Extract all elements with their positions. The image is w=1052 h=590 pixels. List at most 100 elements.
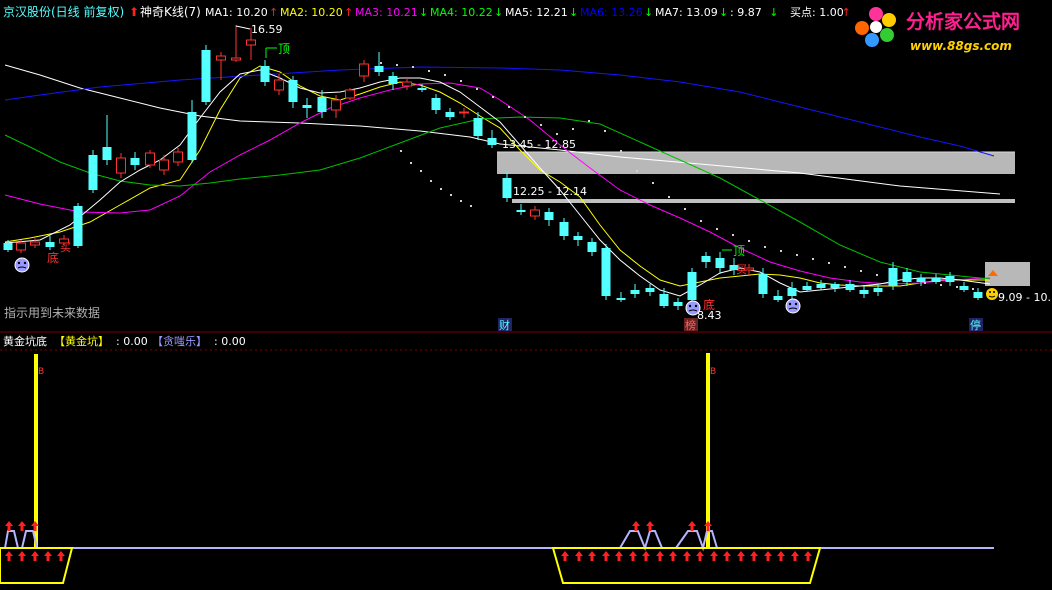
legend-item-3: MA3: 10.21: [355, 6, 418, 19]
signal-dot: [396, 64, 398, 66]
up-arrow-icon: [683, 551, 691, 561]
logo-petal-icon: [882, 13, 896, 27]
face-icon: [685, 300, 701, 316]
signal-dot: [604, 130, 606, 132]
up-arrow-icon: [575, 551, 583, 561]
signal-dot: [732, 234, 734, 236]
candle-body-down: [130, 158, 140, 165]
signal-dot: [860, 270, 862, 272]
up-arrow-icon: [18, 551, 26, 561]
candle-body-down: [88, 155, 98, 190]
indicator-name[interactable]: 神奇K线(7): [140, 5, 201, 19]
candle-body-down: [873, 288, 883, 292]
resistance-zone-1: [497, 152, 1015, 174]
logo-petal-icon: [869, 7, 883, 21]
top-label-1: 顶: [278, 42, 290, 56]
up-arrow-icon: ⬆: [129, 5, 139, 19]
candle-body-down: [473, 118, 483, 136]
signal-dot: [444, 74, 446, 76]
candle-body-up: [159, 159, 169, 171]
candle-body-down: [317, 97, 327, 112]
zone-3-label: 9.09 - 10.: [998, 291, 1051, 304]
high-pointer: [235, 25, 251, 30]
up-arrow-icon: [791, 551, 799, 561]
candle-body-down: [845, 284, 855, 290]
candle-body-up: [359, 63, 369, 77]
logo-petal-icon: [855, 21, 869, 35]
up-arrow-icon: [602, 551, 610, 561]
face-icon: [14, 257, 30, 273]
candle-body-down: [802, 286, 812, 290]
candle-body-up: [30, 241, 40, 246]
legend-items: MA1: 10.20 ↑ MA2: 10.20 ↑ MA3: 10.21 ↓ MA4: 10…: [205, 6, 851, 19]
up-arrow-icon: [588, 551, 596, 561]
candle-body-down: [73, 206, 83, 246]
candle-body-down: [45, 242, 55, 247]
signal-dot: [430, 180, 432, 182]
signal-dot: [828, 262, 830, 264]
watermark-logo: 分析家公式网 www.88gs.com: [855, 7, 1020, 53]
signal-dot: [764, 246, 766, 248]
up-arrow-icon: [57, 551, 65, 561]
up-arrow-icon: [696, 551, 704, 561]
candle-body-up: [459, 111, 469, 114]
candle-body-down: [859, 290, 869, 294]
candle-body-up: [231, 57, 241, 61]
legend-item-2: MA2: 10.20: [280, 6, 343, 19]
candle-body-up: [331, 99, 341, 111]
candle-body-up: [530, 209, 540, 217]
candle-body-up: [216, 55, 226, 61]
up-arrow-icon: ↑: [842, 6, 851, 19]
event-marker-cai-label: 财: [499, 318, 510, 332]
sub-indicator-name[interactable]: 黄金坑底: [3, 334, 47, 348]
up-arrow-icon: ↑: [269, 6, 278, 19]
up-arrow-icon: [5, 551, 13, 561]
signal-dot: [700, 220, 702, 222]
legend-item-8: : 9.87: [730, 6, 762, 19]
candle-body-down: [587, 242, 597, 252]
signal-dot: [972, 288, 974, 290]
signal-dot: [956, 286, 958, 288]
candle-body-down: [787, 288, 797, 296]
down-arrow-icon: ↓: [644, 6, 653, 19]
legend-item-1: MA1: 10.20: [205, 6, 268, 19]
candle-body-up: [173, 151, 183, 163]
ma-white-short: [4, 69, 991, 297]
candle-body-down: [888, 268, 898, 286]
ma-magenta: [4, 82, 991, 285]
signal-dot: [844, 266, 846, 268]
candle-body-down: [945, 276, 955, 282]
watermark-title: 分析家公式网: [906, 10, 1020, 33]
candle-body-up: [274, 79, 284, 91]
sub-pane[interactable]: 黄金坑底 【黄金坑】 : 0.00 【贪嗤乐】 : 0.00 B B: [0, 334, 994, 584]
down-arrow-icon: ↓: [569, 6, 578, 19]
signal-dot: [876, 274, 878, 276]
signal-dot: [412, 66, 414, 68]
chart-window[interactable]: 京汉股份 (日线 前复权) ⬆ 神奇K线(7) MA1: 10.20 ↑ MA2: …: [0, 0, 1052, 587]
bottom-label-1: 底: [47, 250, 59, 265]
up-arrow-icon: [5, 521, 13, 531]
buy-label-2: 买: [736, 263, 747, 276]
event-marker-ting-label: 停: [970, 318, 981, 332]
signal-dot: [940, 284, 942, 286]
signal-dot: [556, 133, 558, 135]
signal-dot: [540, 124, 542, 126]
signal-dot: [652, 182, 654, 184]
signal-dot: [440, 188, 442, 190]
signal-dot: [476, 88, 478, 90]
period-label: (日线 前复权): [51, 4, 124, 19]
signal-dot: [428, 70, 430, 72]
candle-body-down: [187, 112, 197, 160]
sub-series-2-value: : 0.00: [214, 335, 246, 348]
candle-body-down: [417, 88, 427, 90]
signal-dot: [588, 120, 590, 122]
candle-body-down: [431, 98, 441, 110]
legend-item-4: MA4: 10.22: [430, 6, 493, 19]
stock-name[interactable]: 京汉股份: [3, 5, 51, 19]
signal-dot: [924, 282, 926, 284]
candle-body-down: [573, 236, 583, 240]
up-arrow-icon: [804, 551, 812, 561]
signal-dot: [668, 196, 670, 198]
chart-canvas[interactable]: 京汉股份 (日线 前复权) ⬆ 神奇K线(7) MA1: 10.20 ↑ MA2: …: [0, 0, 1052, 587]
sub-bump-2: [675, 530, 718, 552]
